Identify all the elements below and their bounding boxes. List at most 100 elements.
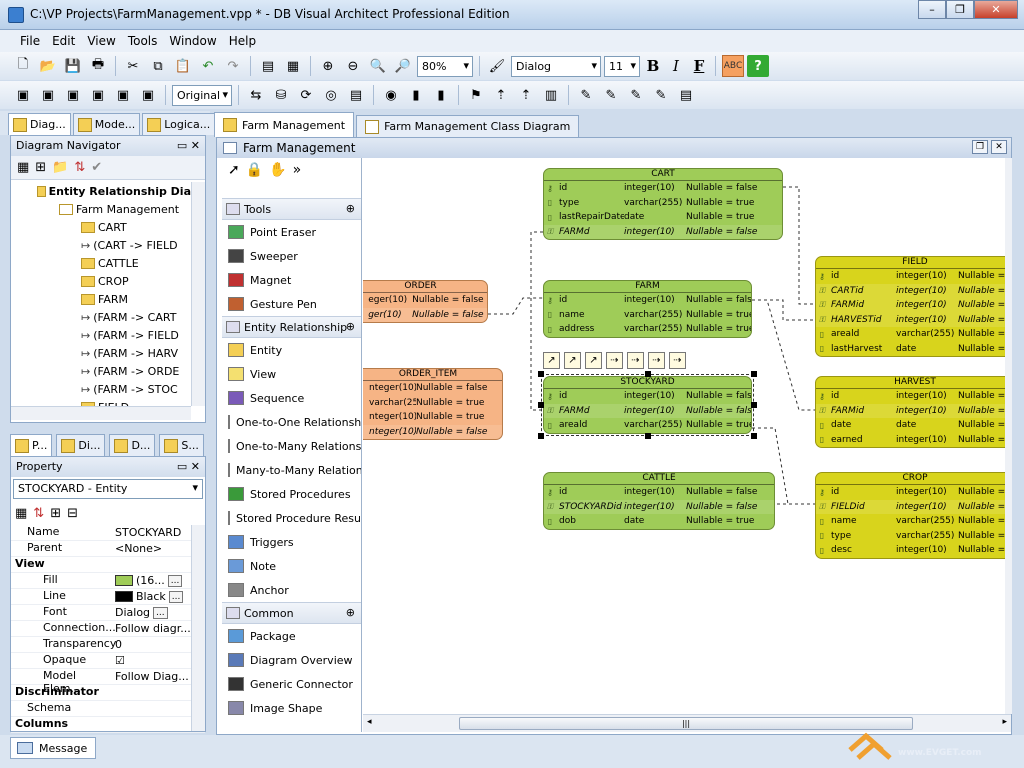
- entity-column[interactable]: ▯varchar(255)Nullable = true: [363, 396, 502, 411]
- zoom-in-icon[interactable]: ⊕: [317, 55, 339, 77]
- tab-diagram-info[interactable]: Di...: [56, 434, 106, 456]
- entity-column[interactable]: ⚷ id integer(10) Nullable = f: [816, 269, 1005, 284]
- palette-item[interactable]: Triggers: [222, 530, 361, 554]
- stack-icon[interactable]: ▥: [540, 84, 562, 106]
- entity-column[interactable]: ▯ger(10)Nullable = false: [363, 307, 487, 322]
- font-color-button[interactable]: F: [689, 57, 709, 75]
- entity-column[interactable]: ▯nteger(10)Nullable = false: [363, 424, 502, 439]
- palette-section-tools[interactable]: Tools ⊕: [222, 198, 361, 220]
- entity-column[interactable]: ▯ address varchar(255) Nullable = true: [544, 322, 751, 337]
- palette-item[interactable]: One-to-One Relationship: [222, 410, 361, 434]
- entity-column[interactable]: ⚷ id integer(10) Nullable = false: [816, 485, 1005, 500]
- resize-handle[interactable]: [644, 433, 651, 439]
- new-icon[interactable]: 🗋: [12, 55, 34, 77]
- restore-icon[interactable]: ❐: [972, 140, 988, 154]
- navigator-hscroll[interactable]: [11, 406, 191, 420]
- paste-icon[interactable]: 📋: [172, 55, 194, 77]
- sync-icon[interactable]: ⇆: [245, 84, 267, 106]
- entity-field[interactable]: FIELD ⚷ id integer(10) Nullable = f ⚿ CARTid in…: [815, 256, 1005, 357]
- entity-column[interactable]: ⚷ id integer(10) Nullable = false: [816, 389, 1005, 404]
- entity-column[interactable]: ▯ desc integer(10) Nullable = true: [816, 543, 1005, 558]
- menu-file[interactable]: File: [14, 30, 46, 52]
- resource-catalog-icon[interactable]: ⇢: [669, 352, 686, 369]
- save-icon[interactable]: 💾: [62, 55, 84, 77]
- property-element-select[interactable]: STOCKYARD - Entity: [13, 479, 203, 499]
- tree-item[interactable]: CART: [11, 218, 191, 236]
- property-row[interactable]: Discriminator: [11, 685, 205, 701]
- check-icon[interactable]: ✔: [91, 160, 102, 175]
- palette-item[interactable]: Magnet: [222, 268, 361, 292]
- hand-icon[interactable]: ✋: [269, 162, 286, 194]
- font-select[interactable]: Dialog: [511, 55, 601, 77]
- entity-column[interactable]: ⚷ id integer(10) Nullable = false: [544, 485, 774, 500]
- zoom-fit-icon[interactable]: 🔎: [392, 55, 414, 77]
- resize-handle[interactable]: [751, 371, 757, 377]
- property-row[interactable]: Font Dialog...: [11, 605, 205, 621]
- entity-column[interactable]: ⚿ HARVESTid integer(10) Nullable = f: [816, 312, 1005, 327]
- tree-item[interactable]: FIELD: [11, 398, 191, 406]
- palette-item[interactable]: Sequence: [222, 386, 361, 410]
- menu-edit[interactable]: Edit: [46, 30, 81, 52]
- tab-documentation[interactable]: D...: [109, 434, 156, 456]
- resource-catalog-icon[interactable]: ⇢: [606, 352, 623, 369]
- entity-column[interactable]: ▯ name varchar(255)Nullable = true: [544, 308, 751, 323]
- entity-column[interactable]: ▯nteger(10)Nullable = true: [363, 410, 502, 425]
- panel-controls[interactable]: ▭ ✕: [177, 139, 200, 153]
- menu-window[interactable]: Window: [163, 30, 222, 52]
- entity-column[interactable]: ▯ lastRepairDate date Nullable = true: [544, 210, 782, 225]
- resource-catalog-icon[interactable]: ⇢: [648, 352, 665, 369]
- tab-model[interactable]: Mode...: [72, 113, 141, 135]
- mode-select[interactable]: Original: [172, 84, 232, 106]
- tab-stencil[interactable]: S...: [159, 434, 204, 456]
- tree-item[interactable]: ↦ (FARM -> FIELD: [11, 326, 191, 344]
- property-row[interactable]: Columns: [11, 717, 205, 733]
- tree-item[interactable]: Farm Management: [11, 200, 191, 218]
- palette-item[interactable]: Diagram Overview: [222, 648, 361, 672]
- entity-column[interactable]: ▯ earned integer(10) Nullable = true: [816, 433, 1005, 448]
- section-pin-icon[interactable]: ⊕: [346, 606, 355, 619]
- palette-item[interactable]: Stored Procedures: [222, 482, 361, 506]
- up-icon[interactable]: ⇡: [490, 84, 512, 106]
- resize-handle[interactable]: [538, 371, 544, 377]
- tab-diagrams[interactable]: Diag...: [8, 113, 71, 135]
- entity-column[interactable]: ⚿ FARMid integer(10) Nullable = f: [816, 298, 1005, 313]
- entity-harvest[interactable]: HARVEST ⚷ id integer(10) Nullable = false ⚿ FA…: [815, 376, 1005, 448]
- entity-order[interactable]: ORDER▯eger(10)Nullable = false▯ger(10)Nu…: [363, 280, 488, 323]
- entity-column[interactable]: ▯eger(10)Nullable = false: [363, 293, 487, 308]
- menu-help[interactable]: Help: [223, 30, 262, 52]
- select-arrow-icon[interactable]: ➚: [228, 162, 240, 194]
- new-class-icon[interactable]: ▣: [37, 84, 59, 106]
- font-size-select[interactable]: 11: [604, 55, 640, 77]
- entity-column[interactable]: ▯ areald varchar(255)Nullable = t: [816, 327, 1005, 342]
- property-panel-controls[interactable]: ▭ ✕: [177, 460, 200, 474]
- canvas-hscroll-thumb[interactable]: |||: [459, 717, 913, 730]
- palette-item[interactable]: View: [222, 362, 361, 386]
- resource-catalog-icon[interactable]: ⇢: [627, 352, 644, 369]
- collapse-all-icon[interactable]: ⊟: [67, 506, 78, 521]
- print-icon[interactable]: 🖶: [87, 55, 109, 77]
- property-row[interactable]: Model Elem... Follow Diag...: [11, 669, 205, 695]
- spell-check-button[interactable]: ABC: [722, 55, 744, 77]
- resize-handle[interactable]: [644, 371, 651, 377]
- property-row[interactable]: View: [11, 557, 205, 573]
- italic-button[interactable]: I: [666, 57, 686, 75]
- sort-icon[interactable]: ⇅: [74, 160, 85, 175]
- palette-item[interactable]: Stored Procedure Result: [222, 506, 361, 530]
- palette-item[interactable]: Image Shape: [222, 696, 361, 720]
- refresh-icon[interactable]: ⟳: [295, 84, 317, 106]
- palette-item[interactable]: One-to-Many Relationship: [222, 434, 361, 458]
- flag-icon[interactable]: ⚑: [465, 84, 487, 106]
- property-vscroll[interactable]: [191, 525, 205, 731]
- property-row[interactable]: Parent <None>: [11, 541, 205, 557]
- tree-item[interactable]: ↦ (FARM -> STOC: [11, 380, 191, 398]
- tree-item[interactable]: ↦ (CART -> FIELD: [11, 236, 191, 254]
- resource-catalog-icon[interactable]: ↗: [585, 352, 602, 369]
- tree-item[interactable]: CROP: [11, 272, 191, 290]
- undo-icon[interactable]: ↶: [197, 55, 219, 77]
- sort-alpha-icon[interactable]: ⇅: [33, 506, 44, 521]
- palette-item[interactable]: Note: [222, 554, 361, 578]
- palette-item[interactable]: Anchor: [222, 578, 361, 602]
- cut-icon[interactable]: ✂: [122, 55, 144, 77]
- entity-column[interactable]: ⚿ FARMd integer(10) Nullable = false: [544, 224, 782, 239]
- palette-item[interactable]: Many-to-Many Relationship: [222, 458, 361, 482]
